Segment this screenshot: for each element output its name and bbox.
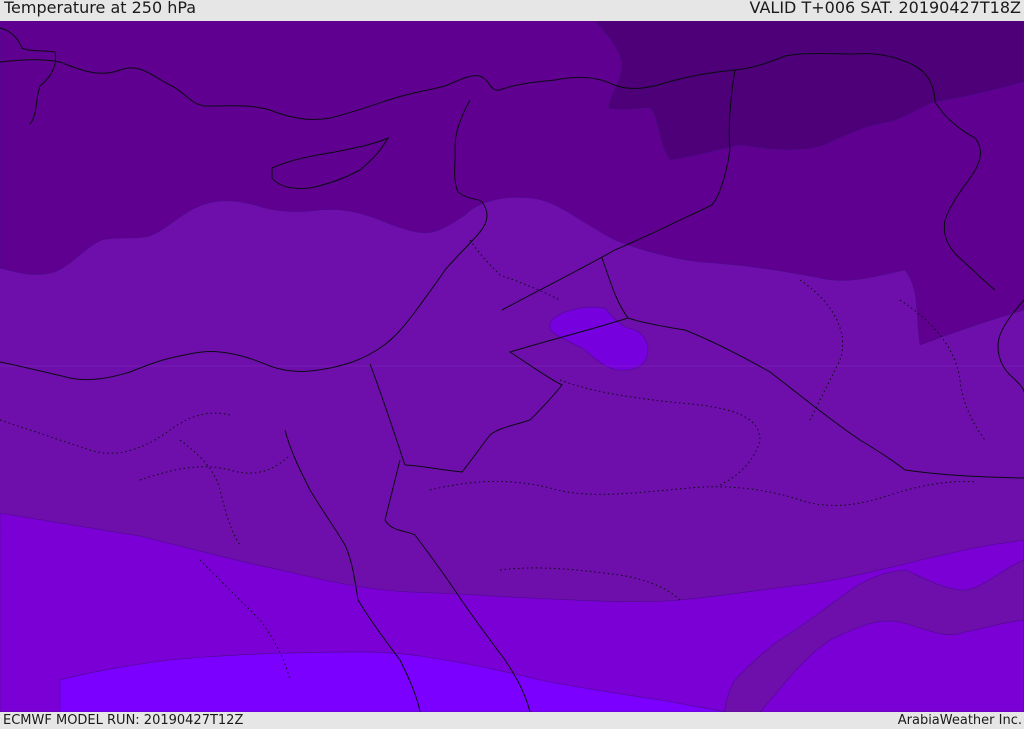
map-title: Temperature at 250 hPa: [4, 0, 197, 17]
valid-time: VALID T+006 SAT. 20190427T18Z: [749, 0, 1021, 17]
map-canvas: [0, 21, 1024, 712]
credit: ArabiaWeather Inc.: [897, 713, 1022, 728]
map-footer: ECMWF MODEL RUN: 20190427T12Z ArabiaWeat…: [0, 712, 1024, 729]
temperature-map[interactable]: [0, 21, 1024, 712]
map-header: Temperature at 250 hPa VALID T+006 SAT. …: [0, 0, 1024, 21]
model-run: ECMWF MODEL RUN: 20190427T12Z: [3, 713, 244, 728]
